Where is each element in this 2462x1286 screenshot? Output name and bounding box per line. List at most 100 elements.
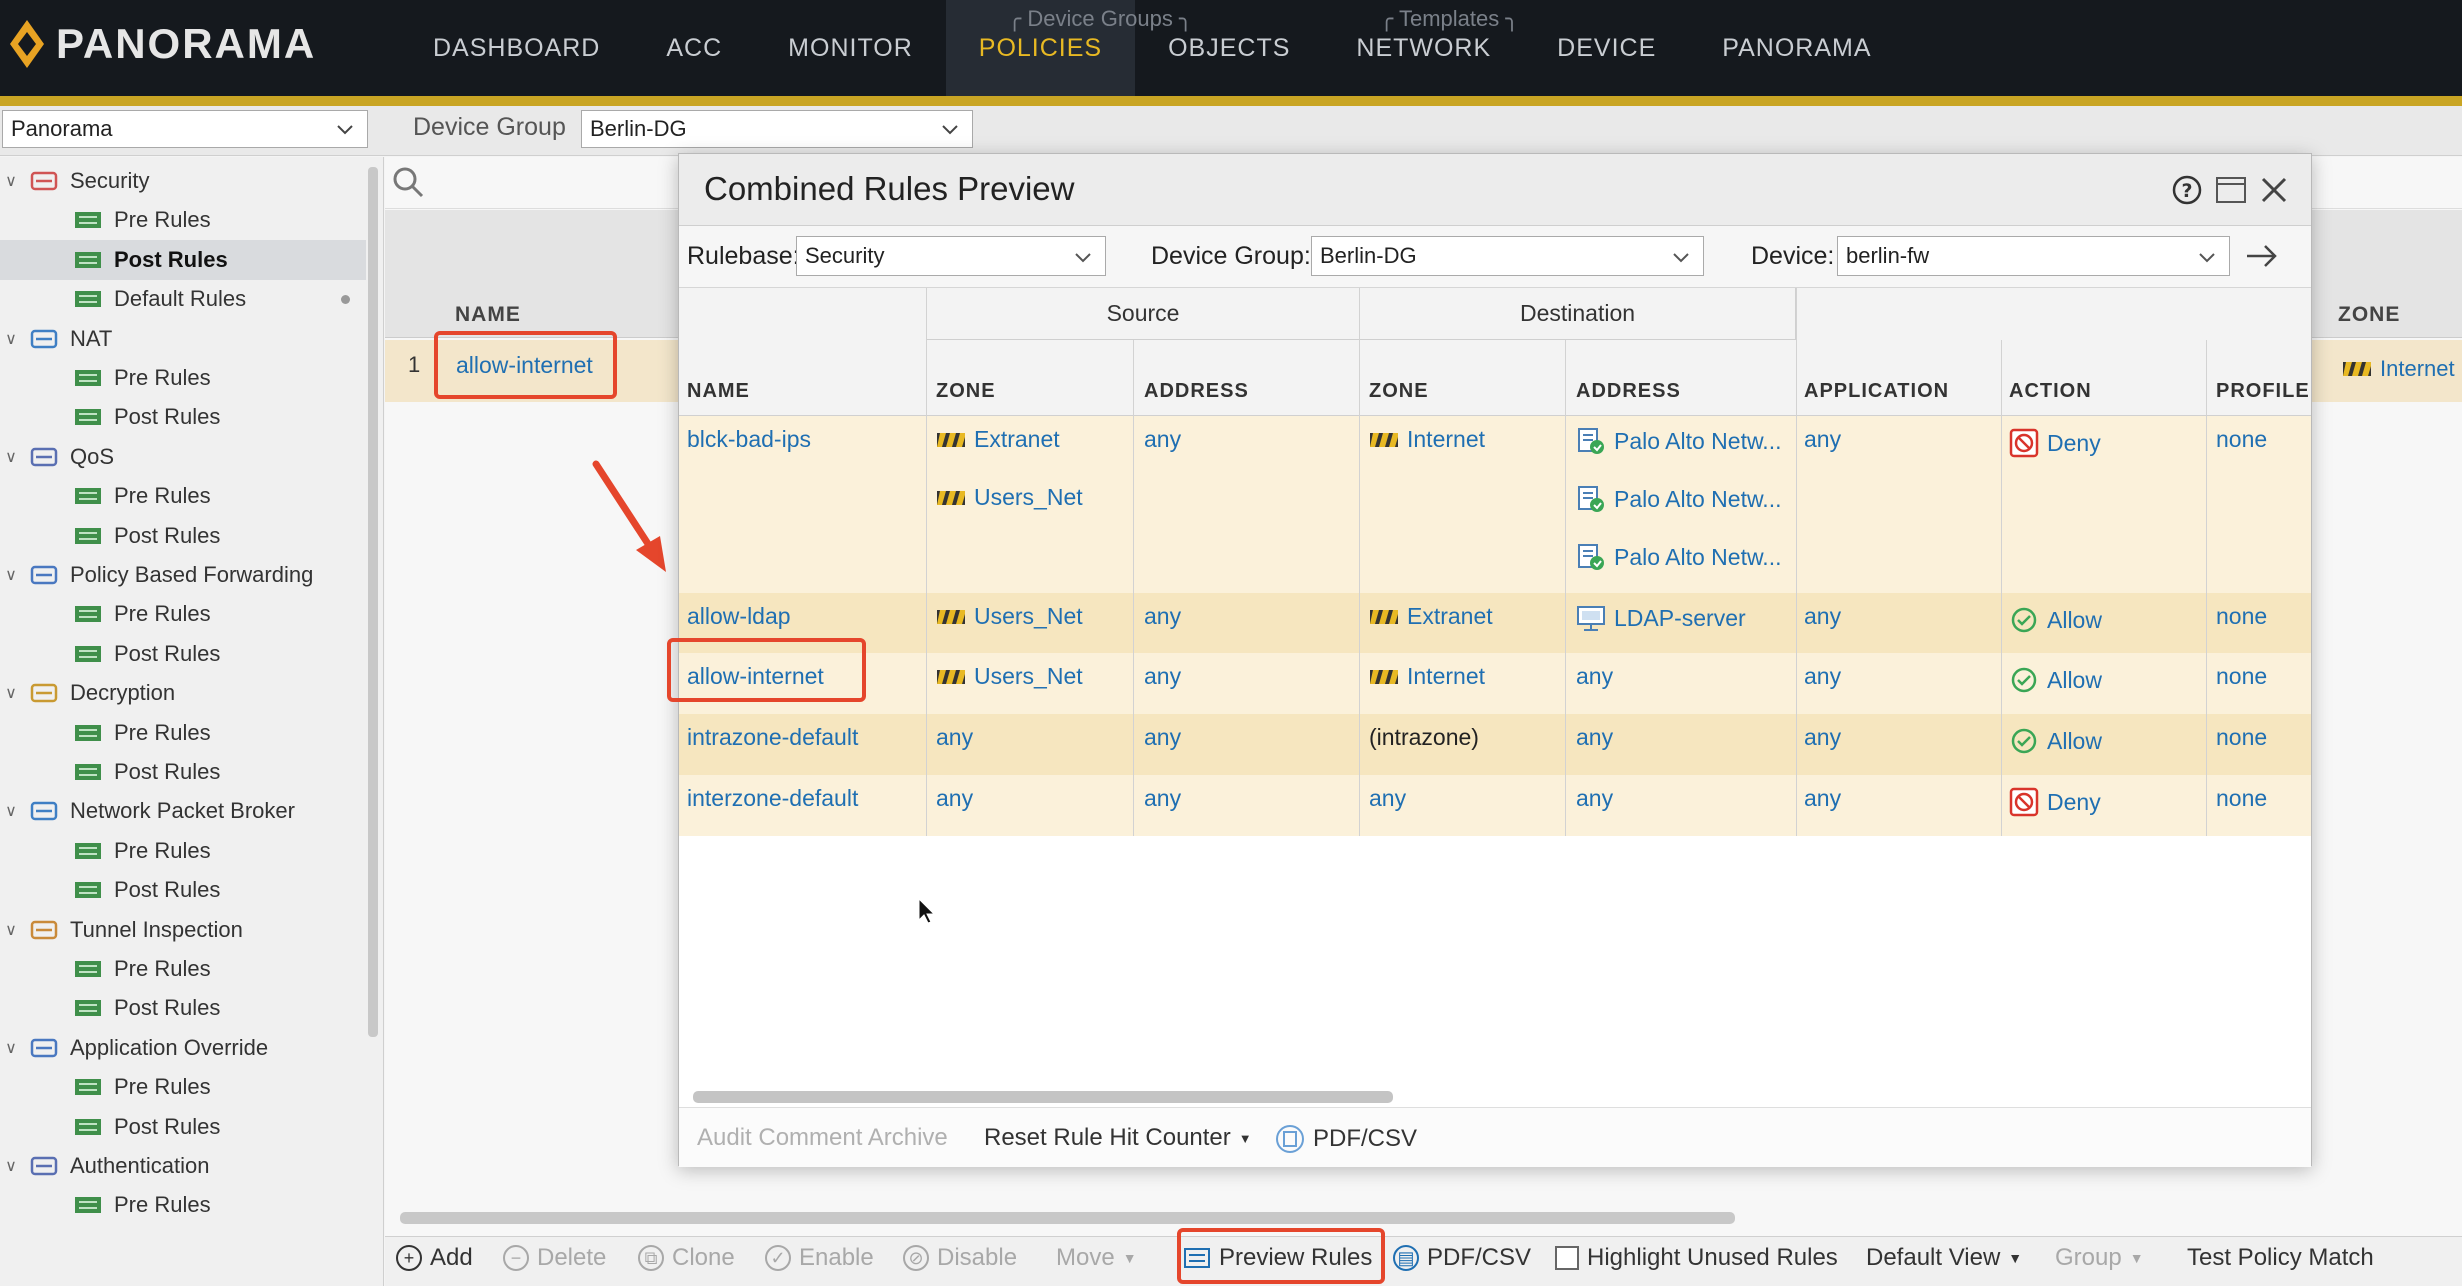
audit-comment-archive-button[interactable]: Audit Comment Archive (697, 1124, 948, 1152)
application-cell[interactable]: any (1804, 663, 1841, 690)
nav-panorama[interactable]: PANORAMA (1689, 0, 1904, 96)
sidebar-item-post-rules[interactable]: Post Rules (0, 870, 366, 910)
destination-zone-cell[interactable]: Extranet (1369, 603, 1493, 630)
sidebar-item-default-rules[interactable]: Default Rules (0, 279, 366, 319)
sidebar-item-post-rules[interactable]: Post Rules (0, 634, 366, 674)
help-icon[interactable]: ? (2171, 174, 2203, 206)
sidebar-section-authentication[interactable]: ∨ Authentication (0, 1146, 366, 1186)
col-source-zone-header[interactable]: ZONE (936, 380, 996, 403)
col-profile-header[interactable]: PROFILE (2216, 380, 2310, 403)
clone-button[interactable]: ⧉ Clone (638, 1244, 735, 1272)
source-address-cell[interactable]: any (1144, 724, 1181, 751)
dialog-horizontal-scrollbar[interactable] (693, 1091, 2293, 1103)
search-icon[interactable] (391, 165, 425, 199)
delete-button[interactable]: − Delete (503, 1244, 606, 1272)
sidebar-item-post-rules[interactable]: Post Rules (0, 988, 366, 1028)
sidebar-section-qos[interactable]: ∨ QoS (0, 437, 366, 477)
arrow-right-icon[interactable] (2244, 240, 2280, 272)
column-divider[interactable] (926, 288, 927, 836)
sidebar-item-pre-rules[interactable]: Pre Rules (0, 713, 366, 753)
horizontal-scrollbar[interactable] (400, 1212, 1735, 1224)
source-zone-cell[interactable]: Users_Net (936, 603, 1083, 630)
sidebar-item-post-rules[interactable]: Post Rules (0, 516, 366, 556)
pdf-csv-button[interactable]: ▤ PDF/CSV (1393, 1244, 1531, 1272)
sidebar-item-post-rules[interactable]: Post Rules (0, 239, 366, 280)
destination-address-cell[interactable]: Palo Alto Netw... (1576, 484, 1781, 514)
maximize-icon[interactable] (2215, 175, 2247, 205)
reset-rule-hit-counter-button[interactable]: Reset Rule Hit Counter ▼ (984, 1124, 1252, 1152)
table-row[interactable]: intrazone-default any any (intrazone) any any… (679, 714, 2311, 775)
chevron-down-icon[interactable]: ∨ (0, 920, 22, 940)
chevron-down-icon[interactable]: ∨ (0, 1038, 22, 1058)
group-dropdown[interactable]: Group ▼ (2055, 1244, 2144, 1272)
sidebar-section-application-override[interactable]: ∨ Application Override (0, 1028, 366, 1068)
rule-name-link[interactable]: blck-bad-ips (687, 426, 811, 453)
column-divider[interactable] (2001, 340, 2002, 836)
chevron-down-icon[interactable]: ∨ (0, 565, 22, 585)
sidebar-section-policy-based-forwarding[interactable]: ∨ Policy Based Forwarding (0, 555, 366, 595)
nav-device[interactable]: DEVICE (1524, 0, 1689, 96)
source-address-cell[interactable]: any (1144, 603, 1181, 630)
col-action-header[interactable]: ACTION (2009, 380, 2092, 403)
profile-cell[interactable]: none (2216, 785, 2267, 812)
chevron-down-icon[interactable]: ∨ (0, 171, 22, 191)
close-icon[interactable] (2259, 175, 2289, 205)
rulebase-select[interactable]: Security (796, 236, 1106, 276)
device-group-select[interactable]: Berlin-DG (1311, 236, 1704, 276)
destination-zone-cell[interactable]: Internet (1369, 426, 1485, 453)
action-cell[interactable]: Allow (2009, 605, 2102, 635)
sidebar-item-pre-rules[interactable]: Pre Rules (0, 831, 366, 871)
sidebar-item-pre-rules[interactable]: Pre Rules (0, 949, 366, 989)
action-cell[interactable]: Deny (2009, 428, 2101, 458)
table-row[interactable]: allow-internet Users_Net any Internet any any… (679, 653, 2311, 714)
destination-address-cell[interactable]: Palo Alto Netw... (1576, 542, 1781, 572)
rule-name-link[interactable]: interzone-default (687, 785, 858, 812)
device-select[interactable]: berlin-fw (1837, 236, 2230, 276)
application-cell[interactable]: any (1804, 603, 1841, 630)
move-button[interactable]: Move ▼ (1056, 1244, 1137, 1272)
chevron-down-icon[interactable]: ∨ (0, 329, 22, 349)
source-zone-cell[interactable]: Users_Net (936, 484, 1083, 511)
destination-address-cell[interactable]: any (1576, 785, 1613, 812)
col-zone-header[interactable]: ZONE (2338, 303, 2400, 327)
col-destination-address-header[interactable]: ADDRESS (1576, 380, 1681, 403)
col-application-header[interactable]: APPLICATION (1804, 380, 1949, 403)
nav-monitor[interactable]: MONITOR (755, 0, 946, 96)
column-divider[interactable] (1796, 288, 1797, 836)
rule-name-link[interactable]: intrazone-default (687, 724, 858, 751)
application-cell[interactable]: any (1804, 724, 1841, 751)
col-name-header[interactable]: NAME (455, 303, 521, 327)
chevron-down-icon[interactable]: ∨ (0, 1156, 22, 1176)
chevron-down-icon[interactable]: ∨ (0, 447, 22, 467)
table-row[interactable]: allow-ldap Users_Net any Extranet LDAP-serve… (679, 593, 2311, 653)
destination-zone-cell[interactable]: (intrazone) (1369, 724, 1479, 751)
application-cell[interactable]: any (1804, 426, 1841, 453)
destination-address-cell[interactable]: any (1576, 663, 1613, 690)
chevron-down-icon[interactable]: ∨ (0, 683, 22, 703)
dialog-pdf-csv-button[interactable]: PDF/CSV (1275, 1124, 1417, 1154)
source-address-cell[interactable]: any (1144, 426, 1181, 453)
sidebar-item-pre-rules[interactable]: Pre Rules (0, 1185, 366, 1225)
application-cell[interactable]: any (1804, 785, 1841, 812)
source-zone-cell[interactable]: any (936, 785, 973, 812)
column-divider[interactable] (1133, 340, 1134, 836)
destination-address-cell[interactable]: Palo Alto Netw... (1576, 426, 1781, 456)
nav-dashboard[interactable]: DASHBOARD (400, 0, 633, 96)
chevron-down-icon[interactable]: ∨ (0, 801, 22, 821)
sidebar-section-tunnel-inspection[interactable]: ∨ Tunnel Inspection (0, 910, 366, 950)
checkbox[interactable] (1555, 1246, 1579, 1270)
sidebar-section-network-packet-broker[interactable]: ∨ Network Packet Broker (0, 791, 366, 831)
add-button[interactable]: + Add (396, 1244, 473, 1272)
sidebar-item-post-rules[interactable]: Post Rules (0, 1107, 366, 1147)
profile-cell[interactable]: none (2216, 603, 2267, 630)
highlight-unused-checkbox[interactable]: Highlight Unused Rules (1555, 1244, 1838, 1272)
source-zone-cell[interactable]: any (936, 724, 973, 751)
col-destination-zone-header[interactable]: ZONE (1369, 380, 1429, 403)
scrollbar-thumb[interactable] (693, 1091, 1393, 1103)
sidebar-item-post-rules[interactable]: Post Rules (0, 752, 366, 792)
sidebar-item-pre-rules[interactable]: Pre Rules (0, 476, 366, 516)
column-divider[interactable] (1359, 288, 1360, 836)
sidebar-scrollbar[interactable] (368, 167, 378, 1037)
sidebar-section-decryption[interactable]: ∨ Decryption (0, 673, 366, 713)
context-select[interactable]: Panorama (2, 110, 368, 148)
